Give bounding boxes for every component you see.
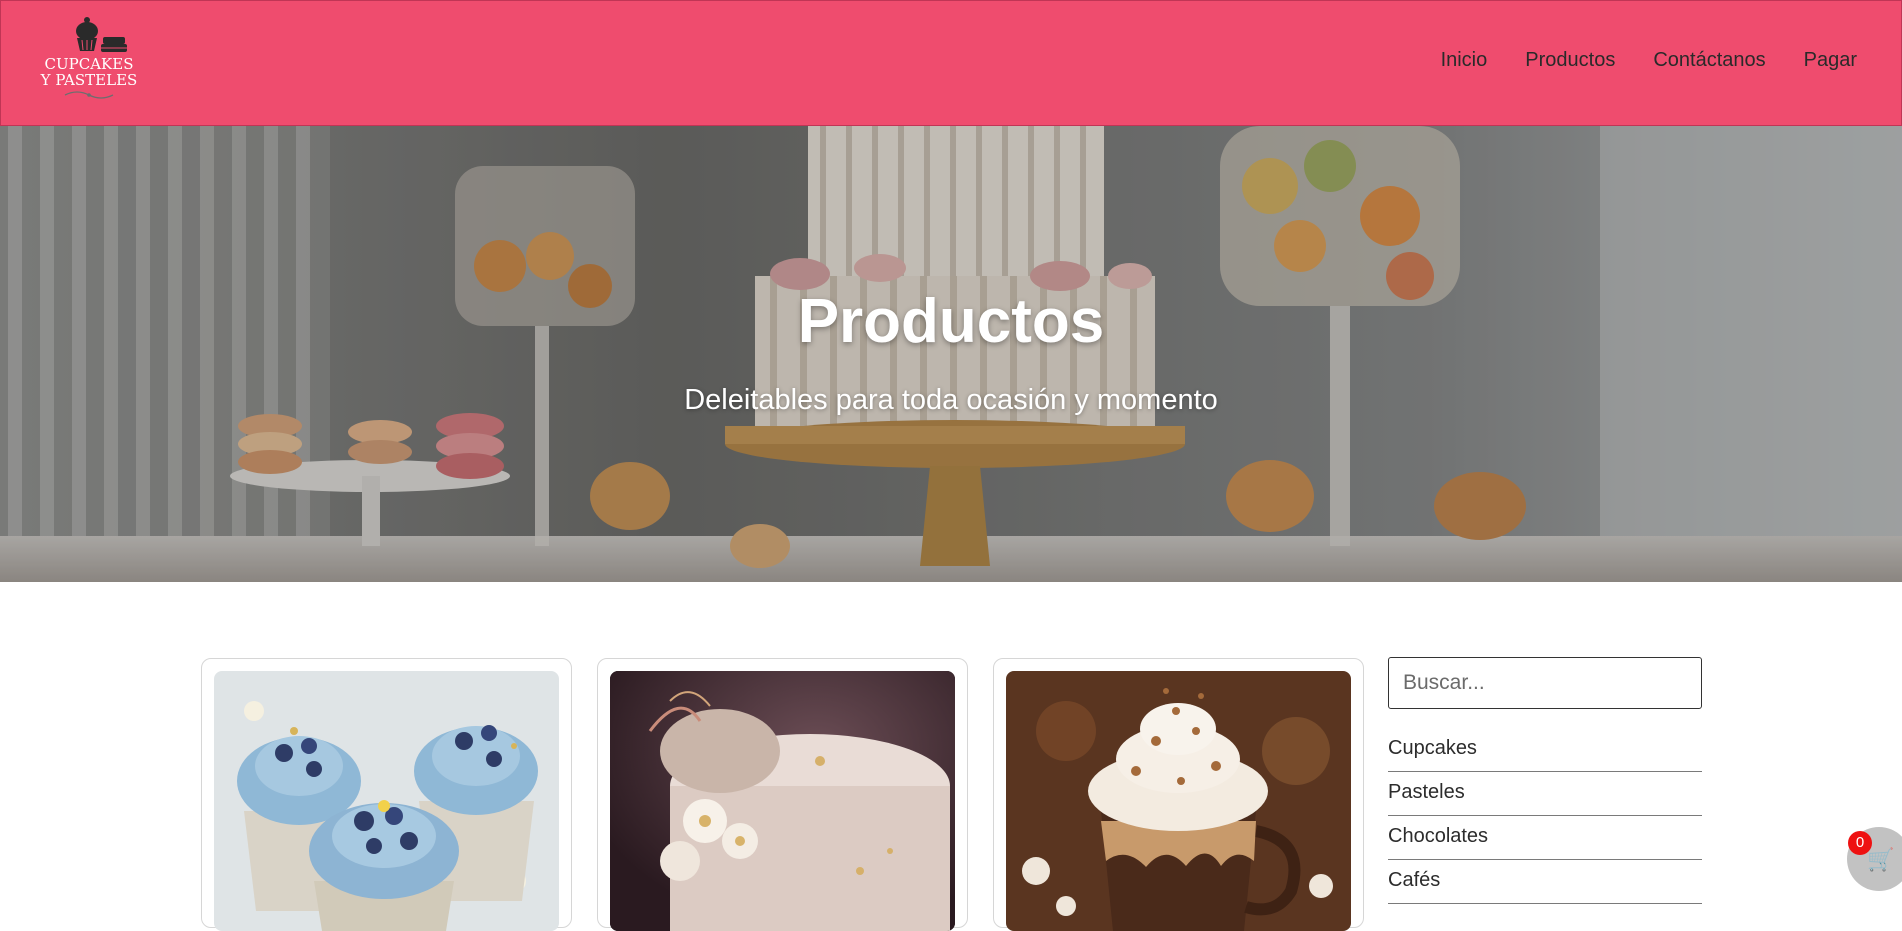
nav-link-pagar[interactable]: Pagar <box>1804 49 1857 72</box>
hero-subtitle: Deleitables para toda ocasión y momento <box>684 384 1218 416</box>
hero-title: Productos <box>797 287 1105 356</box>
nav-link-productos[interactable]: Productos <box>1525 49 1615 72</box>
cart-icon: 🛒 <box>1867 847 1895 872</box>
product-card[interactable] <box>201 658 572 931</box>
nav-link-contactanos[interactable]: Contáctanos <box>1653 49 1765 72</box>
category-item-cafes[interactable]: Cafés <box>1388 860 1702 904</box>
product-image-blueberry-cupcakes[interactable] <box>214 671 559 931</box>
main-nav: Inicio Productos Contáctanos Pagar <box>1441 49 1857 72</box>
product-card[interactable] <box>597 658 968 931</box>
category-item-cupcakes[interactable]: Cupcakes <box>1388 728 1702 772</box>
product-card[interactable] <box>993 658 1364 931</box>
navbar: CUPCAKES Y PASTELES Inicio Productos Con… <box>0 0 1902 126</box>
brand-logo[interactable]: CUPCAKES Y PASTELES <box>35 11 143 105</box>
product-image-hot-chocolate[interactable] <box>1006 671 1351 931</box>
category-item-pasteles[interactable]: Pasteles <box>1388 772 1702 816</box>
product-image-floral-cake[interactable] <box>610 671 955 931</box>
cart-count-badge: 0 <box>1848 831 1872 855</box>
svg-text:Y PASTELES: Y PASTELES <box>40 71 138 89</box>
category-list: Cupcakes Pasteles Chocolates Cafés <box>1388 728 1702 904</box>
search-input[interactable] <box>1388 657 1702 709</box>
category-item-chocolates[interactable]: Chocolates <box>1388 816 1702 860</box>
hero-banner: Productos Deleitables para toda ocasión … <box>0 126 1902 582</box>
nav-link-inicio[interactable]: Inicio <box>1441 49 1488 72</box>
